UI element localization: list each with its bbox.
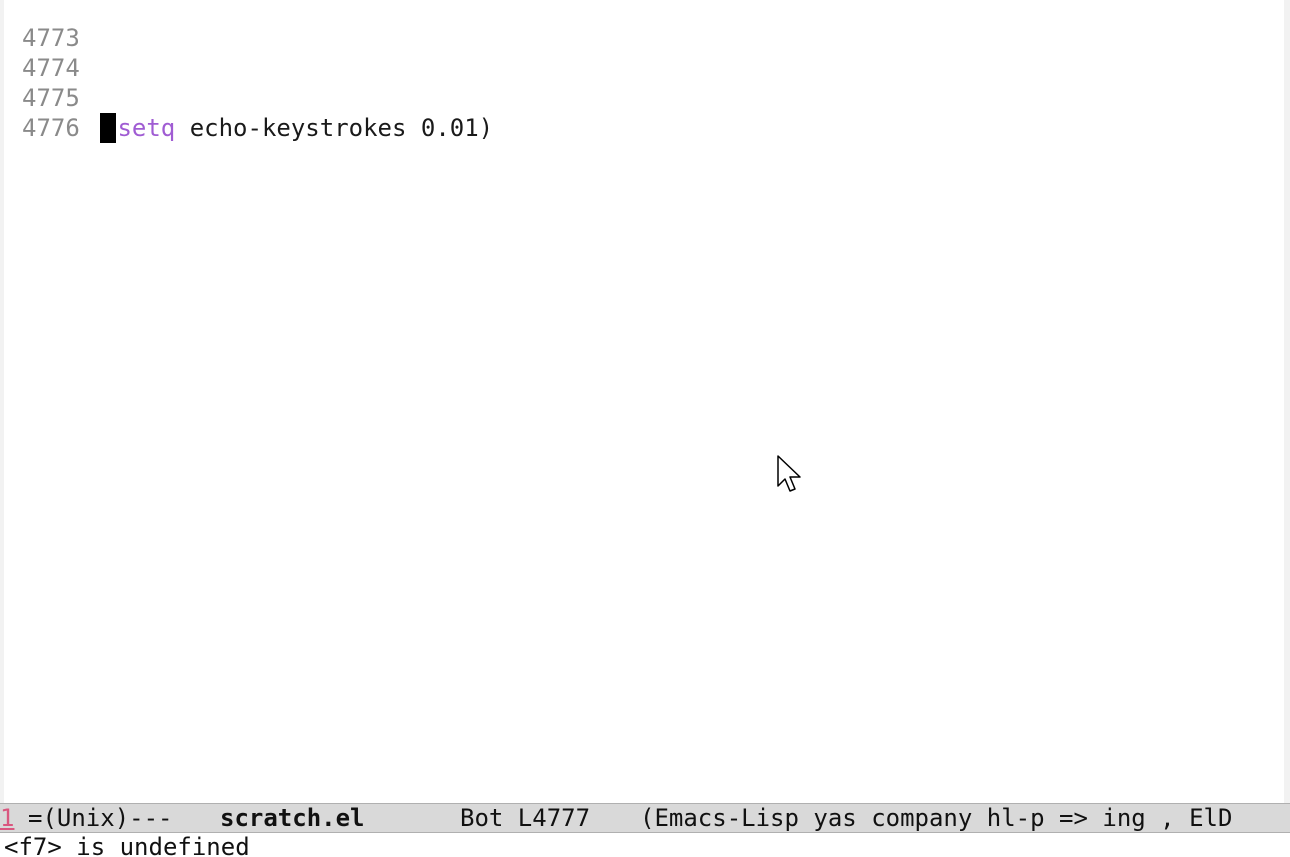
encoding-indicator[interactable]: =(Unix)---	[28, 804, 173, 832]
keyword-setq: setq	[117, 114, 176, 142]
buffer-name[interactable]: scratch.el	[220, 804, 365, 832]
code-rest: echo-keystrokes 0.01)	[175, 114, 494, 142]
editor-buffer[interactable]: 4773 4774 4775 (setq echo-keystrokes 0.0…	[0, 0, 1290, 803]
code-line: 4774	[0, 23, 80, 82]
echo-area: <f7> is undefined	[4, 833, 250, 857]
code-text: (setq echo-keystrokes 0.01)	[103, 113, 493, 143]
mode-list[interactable]: (Emacs-Lisp yas company hl-p => ing , El…	[640, 804, 1232, 832]
text-cursor-block	[100, 113, 116, 143]
window-number[interactable]: 1	[0, 804, 14, 832]
line-number: 4776	[22, 114, 80, 142]
mode-line[interactable]: 1 =(Unix)--- scratch.el Bot L4777 (Emacs…	[0, 803, 1290, 833]
code-line: 4775 (setq echo-keystrokes 0.01)	[0, 53, 493, 142]
code-line: 4776	[0, 83, 80, 142]
right-fringe	[1284, 0, 1290, 803]
code-line: 4773	[0, 0, 80, 52]
position-indicator: Bot L4777	[460, 804, 591, 832]
mouse-pointer-icon	[777, 455, 801, 492]
